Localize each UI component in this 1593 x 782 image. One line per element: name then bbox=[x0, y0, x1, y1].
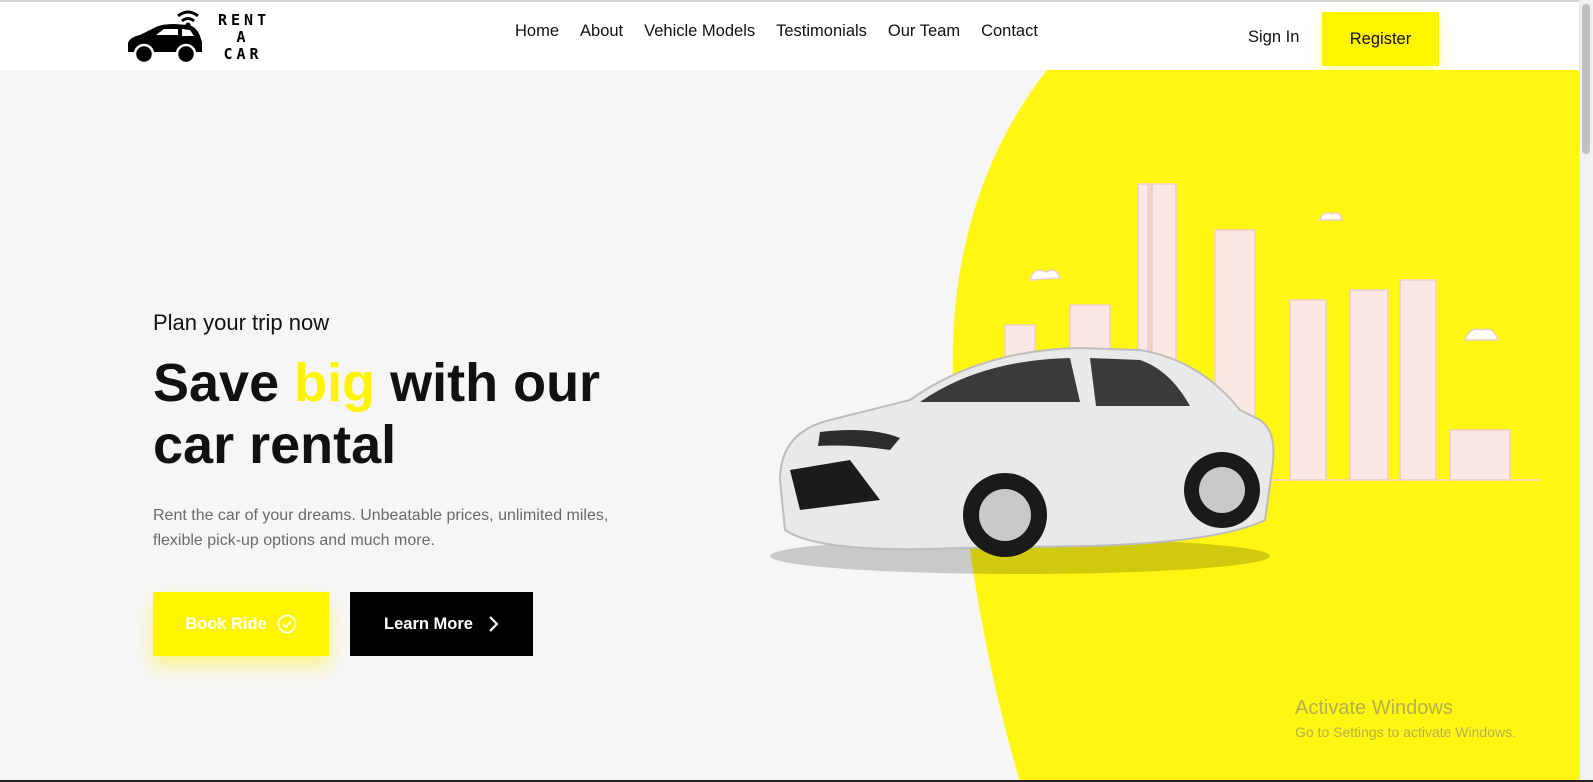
learn-more-label: Learn More bbox=[384, 614, 473, 633]
brand-line-1: RENT bbox=[218, 11, 271, 29]
hero-car-illustration bbox=[770, 183, 1540, 574]
headline-pre: Save bbox=[153, 353, 295, 413]
nav-testimonials[interactable]: Testimonials bbox=[776, 22, 867, 41]
page-scrollbar[interactable] bbox=[1579, 0, 1593, 782]
watermark-subtitle: Go to Settings to activate Windows. bbox=[1295, 724, 1516, 740]
book-ride-label: Book Ride bbox=[185, 614, 267, 633]
nav-vehicle-models[interactable]: Vehicle Models bbox=[644, 22, 755, 41]
headline-highlight: big bbox=[294, 353, 376, 413]
learn-more-button[interactable]: Learn More bbox=[350, 592, 533, 656]
brand-line-2: A bbox=[236, 28, 250, 46]
scrollbar-thumb[interactable] bbox=[1582, 4, 1590, 154]
hero-eyebrow: Plan your trip now bbox=[153, 310, 330, 335]
nav-our-team[interactable]: Our Team bbox=[888, 22, 960, 41]
nav-about[interactable]: About bbox=[580, 22, 623, 41]
hero-description: Rent the car of your dreams. Unbeatable … bbox=[153, 507, 609, 549]
activate-windows-watermark: Activate Windows Go to Settings to activ… bbox=[1295, 697, 1516, 740]
brand-wordmark: RENT A CAR bbox=[218, 12, 268, 63]
brand-logo[interactable]: RENT A CAR bbox=[126, 6, 266, 68]
register-button[interactable]: Register bbox=[1322, 12, 1439, 66]
chevron-right-icon bbox=[489, 616, 499, 632]
nav-contact[interactable]: Contact bbox=[981, 22, 1038, 41]
nav-home[interactable]: Home bbox=[515, 22, 559, 41]
main-nav: Home About Vehicle Models Testimonials O… bbox=[515, 22, 1059, 41]
sedan-car bbox=[770, 346, 1275, 574]
hero-headline: Save big with our car rental bbox=[153, 352, 673, 476]
sign-in-link[interactable]: Sign In bbox=[1248, 28, 1299, 47]
brand-line-3: CAR bbox=[223, 45, 263, 63]
watermark-title: Activate Windows bbox=[1295, 697, 1453, 719]
book-ride-button[interactable]: Book Ride bbox=[153, 592, 329, 656]
site-header: RENT A CAR Home About Vehicle Models Tes… bbox=[0, 0, 1593, 70]
car-wifi-icon bbox=[128, 10, 202, 65]
check-circle-icon bbox=[277, 614, 297, 634]
